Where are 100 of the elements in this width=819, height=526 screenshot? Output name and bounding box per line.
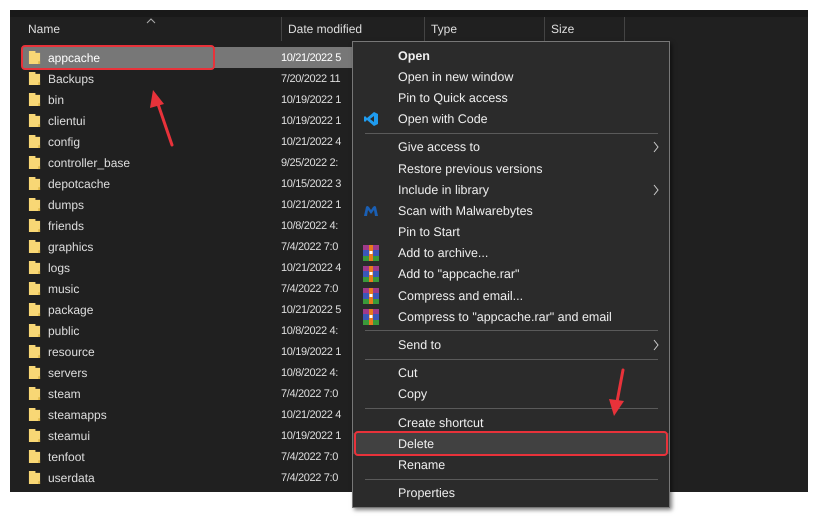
folder-name: tenfoot	[48, 450, 86, 464]
folder-icon	[28, 302, 41, 317]
folder-name: bin	[48, 92, 66, 106]
date-modified: 10/8/2022 4:	[281, 324, 338, 336]
archive-icon	[363, 245, 379, 262]
menu-item[interactable]: Open in new window	[353, 66, 669, 88]
menu-item[interactable]: Pin to Start	[353, 222, 669, 243]
menu-item[interactable]: Add to archive...	[353, 242, 669, 264]
folder-icon	[28, 386, 41, 401]
file-row[interactable]: steam 7/4/2022 7:0	[22, 383, 352, 404]
date-modified: 10/21/2022 5	[281, 52, 342, 64]
date-modified: 7/4/2022 7:0	[281, 450, 338, 462]
date-modified: 9/25/2022 2:	[281, 156, 338, 168]
archive-icon	[363, 308, 379, 325]
file-row[interactable]: friends 10/8/2022 4:	[22, 215, 352, 236]
folder-icon	[28, 176, 41, 191]
folder-icon	[28, 155, 41, 170]
folder-icon	[28, 260, 41, 275]
folder-icon	[28, 470, 41, 485]
folder-name: Backups	[48, 72, 96, 86]
file-row[interactable]: servers 10/8/2022 4:	[22, 362, 352, 383]
menu-item[interactable]: Cut	[353, 362, 669, 384]
file-row[interactable]: userdata 7/4/2022 7:0	[22, 467, 352, 488]
date-modified: 10/21/2022 4	[281, 136, 342, 148]
folder-name: depotcache	[48, 176, 112, 190]
menu-item[interactable]: Open with Code	[353, 108, 669, 130]
folder-icon	[28, 344, 41, 359]
folder-icon	[28, 50, 41, 65]
folder-icon	[28, 92, 41, 107]
file-row[interactable]: Backups 7/20/2022 11	[22, 68, 352, 89]
menu-item[interactable]: Send to	[353, 334, 669, 356]
menu-item[interactable]: Properties	[353, 482, 669, 504]
date-modified: 7/4/2022 7:0	[281, 472, 338, 484]
date-modified: 7/4/2022 7:0	[281, 388, 338, 400]
file-row[interactable]: steamui 10/19/2022 1	[22, 425, 352, 446]
folder-name: config	[48, 134, 82, 148]
date-modified: 10/19/2022 1	[281, 114, 342, 126]
folder-name: userdata	[48, 470, 96, 484]
folder-name: music	[48, 282, 80, 296]
file-row[interactable]: tenfoot 7/4/2022 7:0	[22, 446, 352, 467]
date-modified: 10/15/2022 3	[281, 178, 342, 190]
file-row[interactable]: bin 10/19/2022 1	[22, 89, 352, 110]
file-row[interactable]: clientui 10/19/2022 1	[22, 110, 352, 131]
folder-name: resource	[48, 344, 96, 358]
menu-item[interactable]: Scan with Malwarebytes	[353, 200, 669, 222]
folder-name: public	[48, 324, 80, 338]
arrow	[150, 90, 174, 146]
code-editor-icon	[363, 111, 379, 128]
menu-item[interactable]: Compress and email...	[353, 285, 669, 306]
column-header[interactable]: Name	[10, 17, 282, 41]
folder-icon	[28, 323, 41, 338]
file-row[interactable]: config 10/21/2022 4	[22, 131, 352, 152]
menu-item[interactable]: Delete	[353, 433, 669, 454]
file-row[interactable]: graphics 7/4/2022 7:0	[22, 236, 352, 257]
menu-item[interactable]: Give access to	[353, 136, 669, 158]
menu-item[interactable]: Copy	[353, 384, 669, 405]
menu-item[interactable]: Create shortcut	[353, 412, 669, 434]
folder-name: controller_base	[48, 156, 132, 170]
date-modified: 10/21/2022 1	[281, 198, 342, 210]
folder-name: logs	[48, 260, 72, 274]
file-row[interactable]: public 10/8/2022 4:	[22, 320, 352, 341]
folder-name: graphics	[48, 240, 94, 254]
date-modified: 10/8/2022 4:	[281, 220, 338, 232]
menu-item[interactable]: Pin to Quick access	[353, 87, 669, 109]
menu-item[interactable]: Compress to "appcache.rar" and email	[353, 306, 669, 328]
file-row[interactable]: appcache 10/21/2022 5	[22, 47, 352, 68]
folder-icon	[28, 365, 41, 380]
file-row[interactable]: logs 10/21/2022 4	[22, 257, 352, 278]
folder-name: servers	[48, 366, 88, 380]
date-modified: 10/19/2022 1	[281, 94, 342, 106]
file-row[interactable]: steamapps 10/21/2022 4	[22, 404, 352, 425]
file-row[interactable]: depotcache 10/15/2022 3	[22, 173, 352, 194]
folder-icon	[28, 239, 41, 254]
folder-icon	[28, 71, 41, 86]
file-row[interactable]: package 10/21/2022 5	[22, 299, 352, 320]
menu-item[interactable]: Rename	[353, 454, 669, 476]
file-row[interactable]: controller_base 9/25/2022 2:	[22, 152, 352, 173]
date-modified: 10/21/2022 4	[281, 262, 342, 274]
folder-name: package	[48, 302, 94, 316]
menu-item[interactable]: Open	[353, 45, 669, 66]
folder-name: dumps	[48, 198, 86, 212]
arrow	[609, 368, 624, 416]
folder-name: friends	[48, 218, 86, 232]
folder-name: steamapps	[48, 408, 108, 422]
menu-item[interactable]: Add to "appcache.rar"	[353, 264, 669, 286]
date-modified: 10/8/2022 4:	[281, 366, 338, 378]
folder-name: appcache	[48, 50, 102, 64]
date-modified: 10/21/2022 4	[281, 408, 342, 420]
date-modified: 7/4/2022 7:0	[281, 240, 338, 252]
file-row[interactable]: resource 10/19/2022 1	[22, 341, 352, 362]
file-row[interactable]: dumps 10/21/2022 1	[22, 194, 352, 215]
folder-icon	[28, 428, 41, 443]
archive-icon	[363, 266, 379, 282]
menu-item[interactable]: Include in library	[353, 179, 669, 200]
date-modified: 7/20/2022 11	[281, 72, 340, 84]
date-modified: 10/19/2022 1	[281, 430, 342, 442]
folder-icon	[28, 197, 41, 212]
folder-icon	[28, 218, 41, 233]
file-row[interactable]: music 7/4/2022 7:0	[22, 278, 352, 299]
menu-item[interactable]: Restore previous versions	[353, 158, 669, 180]
